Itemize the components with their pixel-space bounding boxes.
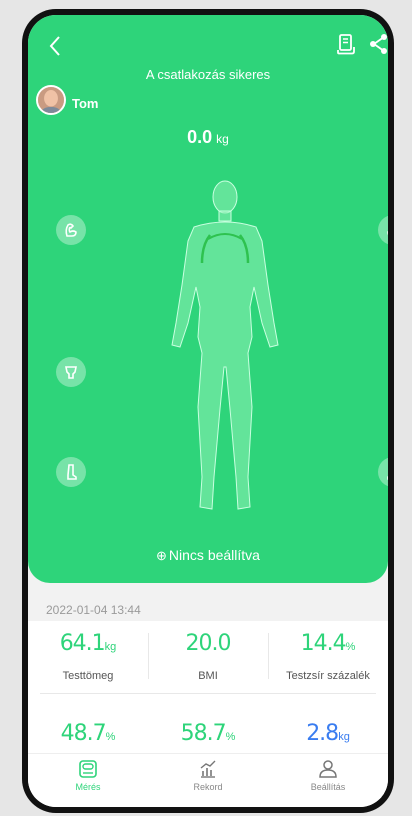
metric-bmi[interactable]: 20.0 BMI: [148, 631, 268, 682]
arm-icon: [65, 223, 77, 237]
metric-unit: %: [225, 731, 236, 743]
person-icon: [319, 760, 337, 778]
share-icon: [370, 34, 387, 54]
phone-frame: A csatlakozás sikeres Tom 0.0 kg ⊕ Nincs…: [22, 9, 394, 813]
segment-not-set[interactable]: ⊕ Nincs beállítva: [28, 547, 388, 564]
document-icon: [337, 34, 355, 55]
metric-weight[interactable]: 64.1kg Testtömeg: [28, 631, 148, 682]
metric-body-fat[interactable]: 14.4% Testzsír százalék: [268, 631, 388, 682]
metric-unit: kg: [338, 731, 350, 743]
weight-unit: kg: [216, 132, 229, 146]
metric-label: BMI: [198, 670, 218, 682]
tab-label: Rekord: [193, 782, 223, 792]
avatar[interactable]: [36, 85, 66, 115]
metric-unit: %: [345, 641, 356, 653]
body-composition-panel: A csatlakozás sikeres Tom 0.0 kg ⊕ Nincs…: [28, 15, 388, 583]
right-leg-button[interactable]: [378, 457, 388, 487]
measurement-date: 2022-01-04 13:44: [46, 603, 141, 617]
left-arm-button[interactable]: [56, 215, 86, 245]
report-button[interactable]: [334, 31, 360, 57]
metric-unit: %: [105, 731, 116, 743]
crosshair-icon: ⊕: [156, 548, 167, 563]
divider: [40, 693, 376, 694]
right-arm-button[interactable]: [378, 215, 388, 245]
tab-label: Beállítás: [310, 782, 346, 792]
divider: [148, 633, 149, 679]
metric-value: 14.4: [300, 631, 347, 656]
not-set-label: Nincs beállítva: [168, 547, 260, 563]
metric-label: Testtömeg: [62, 670, 114, 682]
metric-value: 64.1: [59, 631, 106, 656]
body-figure-icon: [171, 180, 279, 510]
chart-icon: [200, 760, 216, 778]
metrics-grid: 64.1kg Testtömeg 20.0 BMI 14.4% Testzsír…: [28, 621, 388, 753]
metric-value: 48.7: [60, 721, 107, 746]
divider: [268, 633, 269, 679]
tab-measure[interactable]: Mérés: [28, 758, 148, 792]
chevron-left-icon: [49, 36, 60, 56]
arm-icon: [387, 231, 388, 236]
tab-label: Mérés: [75, 782, 101, 792]
leg-icon: [67, 464, 77, 480]
leg-icon: [387, 476, 388, 480]
tab-record[interactable]: Rekord: [148, 758, 268, 792]
tab-settings[interactable]: Beállítás: [268, 758, 388, 792]
metric-unit: kg: [104, 641, 117, 653]
user-photo-icon: [38, 87, 64, 113]
back-button[interactable]: [40, 31, 70, 61]
torso-icon: [65, 366, 77, 379]
left-leg-button[interactable]: [56, 457, 86, 487]
user-name[interactable]: Tom: [72, 96, 98, 111]
bottom-tab-bar: Mérés Rekord Beállítás: [28, 753, 388, 807]
trunk-button[interactable]: [56, 357, 86, 387]
metric-label: Testzsír százalék: [286, 670, 370, 682]
weight-value: 0.0: [187, 127, 213, 147]
metric-value: 58.7: [180, 721, 227, 746]
share-button[interactable]: [366, 31, 388, 57]
connection-status: A csatlakozás sikeres: [145, 67, 271, 82]
scale-icon: [79, 760, 97, 778]
metric-item-6[interactable]: 2.8kg: [268, 721, 388, 746]
metric-item-5[interactable]: 58.7%: [148, 721, 268, 746]
app-screen: A csatlakozás sikeres Tom 0.0 kg ⊕ Nincs…: [28, 15, 388, 807]
metric-value: 2.8: [306, 721, 339, 746]
metric-value: 20.0: [185, 631, 232, 656]
weight-readout: 0.0 kg: [28, 127, 388, 148]
metric-item-4[interactable]: 48.7%: [28, 721, 148, 746]
